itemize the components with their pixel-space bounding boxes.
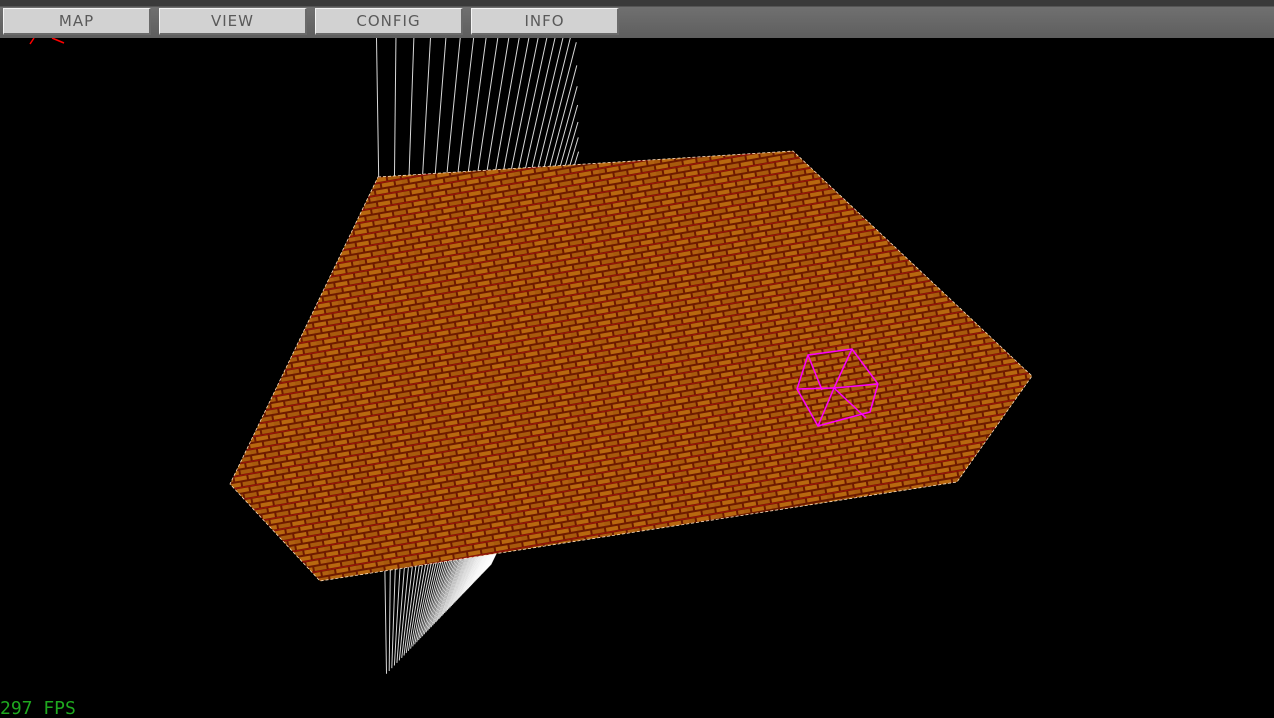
brick-block-top[interactable] bbox=[229, 150, 1033, 582]
menu-button-map[interactable]: MAP bbox=[3, 8, 151, 35]
menu-button-info[interactable]: INFO bbox=[471, 8, 619, 35]
axis-indicator-icon bbox=[29, 37, 65, 45]
fps-counter: 297 FPS bbox=[0, 698, 76, 718]
menu-button-config[interactable]: CONFIG bbox=[315, 8, 463, 35]
menu-button-view[interactable]: VIEW bbox=[159, 8, 307, 35]
menu-bar: MAP VIEW CONFIG INFO bbox=[0, 0, 1274, 38]
3d-viewport[interactable] bbox=[0, 0, 1274, 718]
game-window: MAP VIEW CONFIG INFO 297 FPS bbox=[0, 0, 1274, 718]
